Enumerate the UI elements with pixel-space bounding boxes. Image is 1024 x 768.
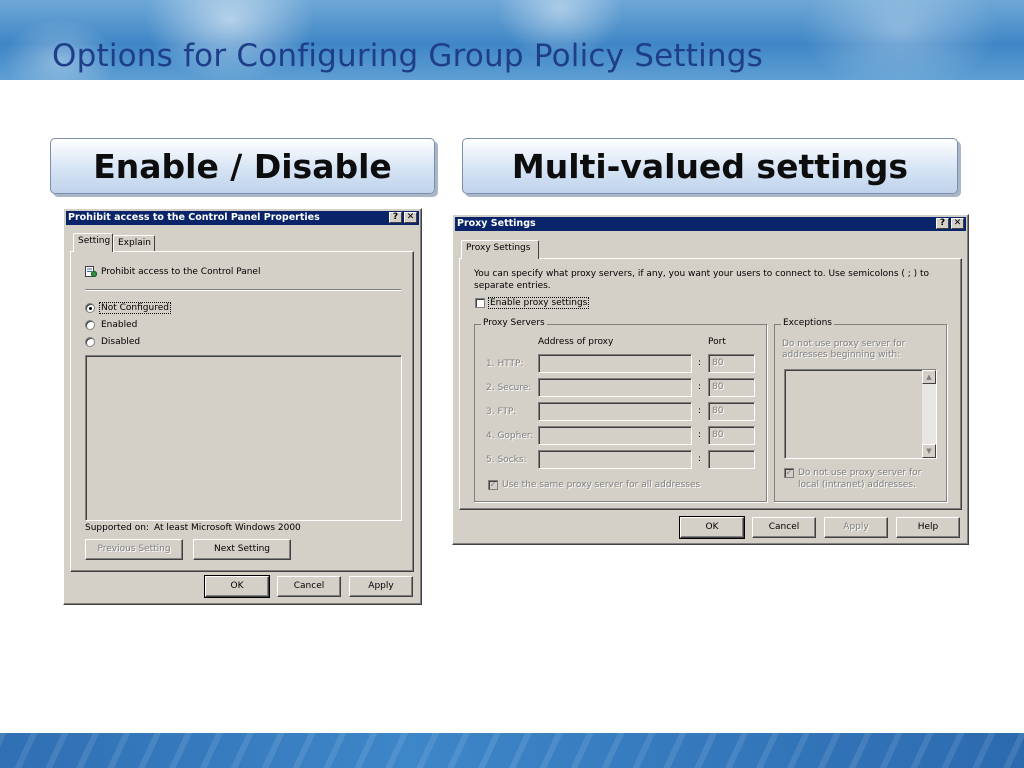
exceptions-title: Exceptions [781,318,834,328]
proxy-apply-button[interactable]: Apply [824,517,888,538]
exceptions-group: Exceptions Do not use proxy server for a… [774,318,947,502]
radio-enabled[interactable] [85,320,95,330]
cancel-button[interactable]: Cancel [277,576,341,597]
slide-title: Options for Configuring Group Policy Set… [52,38,763,74]
local-bypass-checkbox[interactable]: ✓ [784,468,794,478]
policy-setting-icon [85,266,97,277]
socks-label: 5. Socks: [486,455,527,465]
scroll-down-icon[interactable]: ▼ [922,444,936,458]
policy-properties-dialog: Prohibit access to the Control Panel Pro… [63,208,422,605]
divider [85,289,401,291]
proxy-panel: You can specify what proxy servers, if a… [459,258,962,510]
secure-port-value: 80 [712,382,724,392]
section-enable-disable: Enable / Disable [50,138,435,194]
supported-on-label: Supported on: [85,523,149,533]
proxy-help-text-button[interactable]: Help [896,517,960,538]
supported-on-value: At least Microsoft Windows 2000 [154,523,301,533]
radio-not-configured[interactable] [85,303,95,313]
http-port-value: 80 [712,358,724,368]
secure-label: 2. Secure: [486,383,532,393]
ok-button[interactable]: OK [204,575,270,598]
proxy-description-line2: separate entries. [474,281,551,291]
ftp-port-input[interactable]: 80 [708,402,755,421]
tab-proxy-settings[interactable]: Proxy Settings [461,240,539,259]
gopher-label: 4. Gopher: [486,431,534,441]
radio-label-enabled[interactable]: Enabled [101,320,137,330]
socks-colon: : [698,454,702,464]
radio-disabled[interactable] [85,337,95,347]
tab-setting[interactable]: Setting [73,233,113,252]
policy-name: Prohibit access to the Control Panel [101,267,261,277]
radio-label-not-configured[interactable]: Not Configured [99,302,171,314]
ftp-port-value: 80 [712,406,724,416]
same-proxy-label[interactable]: Use the same proxy server for all addres… [502,480,700,490]
scrollbar-track[interactable] [922,384,936,444]
footer-band [0,733,1024,768]
dialog-title: Prohibit access to the Control Panel Pro… [68,212,320,223]
secure-colon: : [698,382,702,392]
proxy-close-button[interactable]: ✕ [951,218,964,229]
dialog-titlebar: Prohibit access to the Control Panel Pro… [66,211,419,225]
proxy-dialog-title: Proxy Settings [457,218,536,229]
local-bypass-line2[interactable]: local (intranet) addresses. [798,480,916,490]
proxy-titlebar: Proxy Settings ? ✕ [455,217,966,231]
exceptions-text-line1: Do not use proxy server for [782,339,906,349]
proxy-settings-dialog: Proxy Settings ? ✕ Proxy Settings You ca… [452,214,969,545]
help-button[interactable]: ? [389,212,402,223]
close-button[interactable]: ✕ [404,212,417,223]
local-bypass-line1[interactable]: Do not use proxy server for [798,468,921,478]
scroll-up-icon[interactable]: ▲ [922,370,936,384]
ftp-label: 3. FTP: [486,407,517,417]
proxy-ok-button[interactable]: OK [679,516,745,539]
http-address-input[interactable] [538,354,692,373]
ftp-colon: : [698,406,702,416]
radio-label-disabled[interactable]: Disabled [101,337,140,347]
http-label: 1. HTTP: [486,359,524,369]
proxy-servers-group: Proxy Servers Address of proxy Port 1. H… [474,318,767,502]
gopher-port-input[interactable]: 80 [708,426,755,445]
same-proxy-checkbox[interactable]: ✓ [488,480,498,490]
next-setting-button[interactable]: Next Setting [193,539,291,560]
socks-port-input[interactable] [708,450,755,469]
apply-button[interactable]: Apply [349,576,413,597]
secure-port-input[interactable]: 80 [708,378,755,397]
enable-proxy-checkbox[interactable] [475,298,485,308]
gopher-address-input[interactable] [538,426,692,445]
gopher-port-value: 80 [712,430,724,440]
exceptions-textarea[interactable]: ▲ ▼ [784,369,937,459]
socks-address-input[interactable] [538,450,692,469]
proxy-help-button[interactable]: ? [936,218,949,229]
gopher-colon: : [698,430,702,440]
setting-panel: Prohibit access to the Control Panel Not… [70,251,414,572]
tab-explain[interactable]: Explain [113,235,155,252]
enable-proxy-label[interactable]: Enable proxy settings [487,297,590,309]
section-multi-valued: Multi-valued settings [462,138,958,194]
ftp-address-input[interactable] [538,402,692,421]
address-header: Address of proxy [538,337,614,347]
setting-options-area [85,355,402,521]
exceptions-text-line2: addresses beginning with: [782,350,901,360]
proxy-cancel-button[interactable]: Cancel [752,517,816,538]
http-colon: : [698,358,702,368]
port-header: Port [708,337,726,347]
http-port-input[interactable]: 80 [708,354,755,373]
proxy-servers-title: Proxy Servers [481,318,547,328]
previous-setting-button[interactable]: Previous Setting [85,539,183,560]
proxy-description-line1: You can specify what proxy servers, if a… [474,269,930,279]
secure-address-input[interactable] [538,378,692,397]
